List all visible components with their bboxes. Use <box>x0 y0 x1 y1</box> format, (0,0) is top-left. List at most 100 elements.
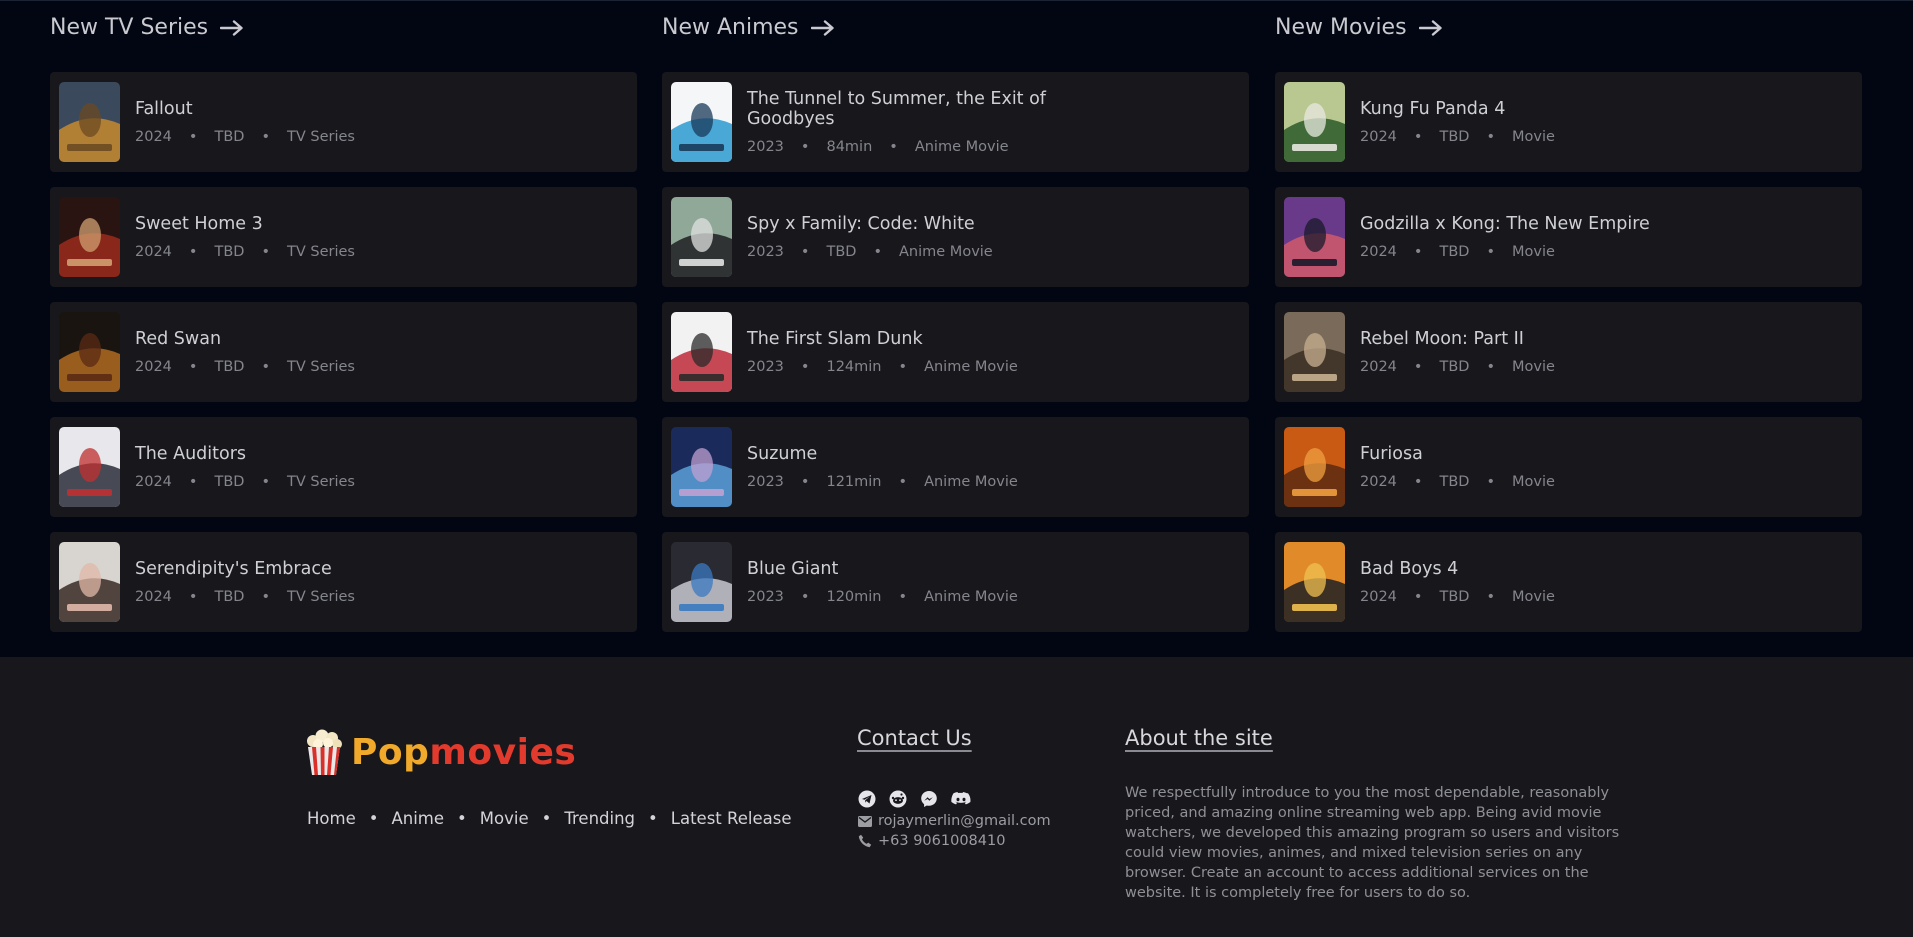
media-meta: 2024 • TBD • Movie <box>1360 589 1690 605</box>
media-type: TV Series <box>287 474 355 490</box>
card-text: Spy x Family: Code: White 2023 • TBD • Anime … <box>747 187 1077 287</box>
section-title-label: New Movies <box>1275 15 1407 40</box>
media-year: 2024 <box>1360 359 1397 375</box>
media-year: 2023 <box>747 474 784 490</box>
media-card[interactable]: Blue Giant 2023 • 120min • Anime Movie <box>662 532 1249 632</box>
media-card[interactable]: The Auditors 2024 • TBD • TV Series <box>50 417 637 517</box>
media-year: 2023 <box>747 359 784 375</box>
messenger-icon[interactable] <box>920 790 938 808</box>
media-type: Movie <box>1512 589 1555 605</box>
meta-separator: • <box>800 474 810 490</box>
poster-thumbnail[interactable] <box>671 542 732 622</box>
media-title: Blue Giant <box>747 559 839 579</box>
media-type: TV Series <box>287 359 355 375</box>
telegram-icon[interactable] <box>858 790 876 808</box>
footer-nav-latest-release[interactable]: Latest Release <box>671 809 792 828</box>
media-type: TV Series <box>287 129 355 145</box>
media-card[interactable]: Red Swan 2024 • TBD • TV Series <box>50 302 637 402</box>
footer-nav-trending[interactable]: Trending <box>564 809 635 828</box>
section-title-movies[interactable]: New Movies <box>1275 15 1443 40</box>
poster-thumbnail[interactable] <box>1284 82 1345 162</box>
media-duration: TBD <box>1439 129 1470 145</box>
meta-separator: • <box>188 244 198 260</box>
nav-separator: • <box>368 809 379 828</box>
meta-separator: • <box>800 244 810 260</box>
media-title: The Tunnel to Summer, the Exit of Goodby… <box>747 89 1046 129</box>
section-title-animes[interactable]: New Animes <box>662 15 835 40</box>
media-title: Serendipity's Embrace <box>135 559 332 579</box>
poster-thumbnail[interactable] <box>671 312 732 392</box>
poster-thumbnail[interactable] <box>59 197 120 277</box>
media-title: Red Swan <box>135 329 222 349</box>
media-card[interactable]: Godzilla x Kong: The New Empire 2024 • TBD •… <box>1275 187 1862 287</box>
site-logo[interactable]: Popmovies <box>303 727 576 777</box>
poster-thumbnail[interactable] <box>671 82 732 162</box>
contact-email[interactable]: rojaymerlin@gmail.com <box>858 813 1051 829</box>
footer-nav: Home • Anime • Movie • Trending • Latest Release <box>307 809 791 828</box>
poster-thumbnail[interactable] <box>671 427 732 507</box>
meta-separator: • <box>800 139 810 155</box>
media-duration: TBD <box>214 474 245 490</box>
media-card[interactable]: Serendipity's Embrace 2024 • TBD • TV Series <box>50 532 637 632</box>
meta-separator: • <box>1413 129 1423 145</box>
media-card[interactable]: Kung Fu Panda 4 2024 • TBD • Movie <box>1275 72 1862 172</box>
media-year: 2024 <box>135 244 172 260</box>
footer-nav-movie[interactable]: Movie <box>480 809 529 828</box>
media-card[interactable]: Bad Boys 4 2024 • TBD • Movie <box>1275 532 1862 632</box>
meta-separator: • <box>261 244 271 260</box>
media-duration: 120min <box>826 589 882 605</box>
card-text: Suzume 2023 • 121min • Anime Movie <box>747 417 1077 517</box>
poster-thumbnail[interactable] <box>1284 427 1345 507</box>
media-meta: 2024 • TBD • TV Series <box>135 244 465 260</box>
poster-thumbnail[interactable] <box>671 197 732 277</box>
media-card[interactable]: Fallout 2024 • TBD • TV Series <box>50 72 637 172</box>
arrow-right-icon <box>1418 19 1442 36</box>
media-card[interactable]: Suzume 2023 • 121min • Anime Movie <box>662 417 1249 517</box>
discord-icon[interactable] <box>951 790 971 808</box>
nav-separator: • <box>541 809 552 828</box>
card-text: The Auditors 2024 • TBD • TV Series <box>135 417 465 517</box>
meta-separator: • <box>800 589 810 605</box>
media-meta: 2023 • 120min • Anime Movie <box>747 589 1077 605</box>
poster-thumbnail[interactable] <box>1284 542 1345 622</box>
poster-thumbnail[interactable] <box>1284 197 1345 277</box>
poster-thumbnail[interactable] <box>59 312 120 392</box>
contact-phone[interactable]: +63 9061008410 <box>858 833 1005 849</box>
meta-separator: • <box>261 129 271 145</box>
logo-text-movies: movies <box>429 731 577 773</box>
media-type: Movie <box>1512 359 1555 375</box>
media-type: Movie <box>1512 474 1555 490</box>
logo-wordmark: Popmovies <box>351 732 576 773</box>
media-title: Furiosa <box>1360 444 1423 464</box>
movies-list: Kung Fu Panda 4 2024 • TBD • Movie Godzilla x … <box>1275 72 1862 647</box>
poster-thumbnail[interactable] <box>59 427 120 507</box>
media-meta: 2024 • TBD • TV Series <box>135 589 465 605</box>
meta-separator: • <box>898 589 908 605</box>
media-card[interactable]: Spy x Family: Code: White 2023 • TBD • Anime … <box>662 187 1249 287</box>
media-type: Anime Movie <box>899 244 993 260</box>
footer-nav-home[interactable]: Home <box>307 809 356 828</box>
section-title-tv-series[interactable]: New TV Series <box>50 15 244 40</box>
meta-separator: • <box>1413 589 1423 605</box>
media-title: The Auditors <box>135 444 247 464</box>
media-type: Anime Movie <box>924 359 1018 375</box>
poster-thumbnail[interactable] <box>1284 312 1345 392</box>
poster-thumbnail[interactable] <box>59 542 120 622</box>
nav-separator: • <box>648 809 658 828</box>
poster-thumbnail[interactable] <box>59 82 120 162</box>
media-card[interactable]: The First Slam Dunk 2023 • 124min • Anime Mov… <box>662 302 1249 402</box>
media-card[interactable]: Rebel Moon: Part II 2024 • TBD • Movie <box>1275 302 1862 402</box>
contact-heading: Contact Us <box>857 726 972 750</box>
media-card[interactable]: Furiosa 2024 • TBD • Movie <box>1275 417 1862 517</box>
footer-nav-anime[interactable]: Anime <box>391 809 444 828</box>
media-year: 2024 <box>135 359 172 375</box>
media-meta: 2024 • TBD • Movie <box>1360 359 1690 375</box>
media-duration: TBD <box>1439 589 1470 605</box>
card-text: Red Swan 2024 • TBD • TV Series <box>135 302 465 402</box>
media-card[interactable]: The Tunnel to Summer, the Exit of Goodby… <box>662 72 1249 172</box>
media-duration: TBD <box>214 129 245 145</box>
reddit-icon[interactable] <box>889 790 907 808</box>
media-card[interactable]: Sweet Home 3 2024 • TBD • TV Series <box>50 187 637 287</box>
media-year: 2024 <box>1360 589 1397 605</box>
media-meta: 2023 • TBD • Anime Movie <box>747 244 1077 260</box>
